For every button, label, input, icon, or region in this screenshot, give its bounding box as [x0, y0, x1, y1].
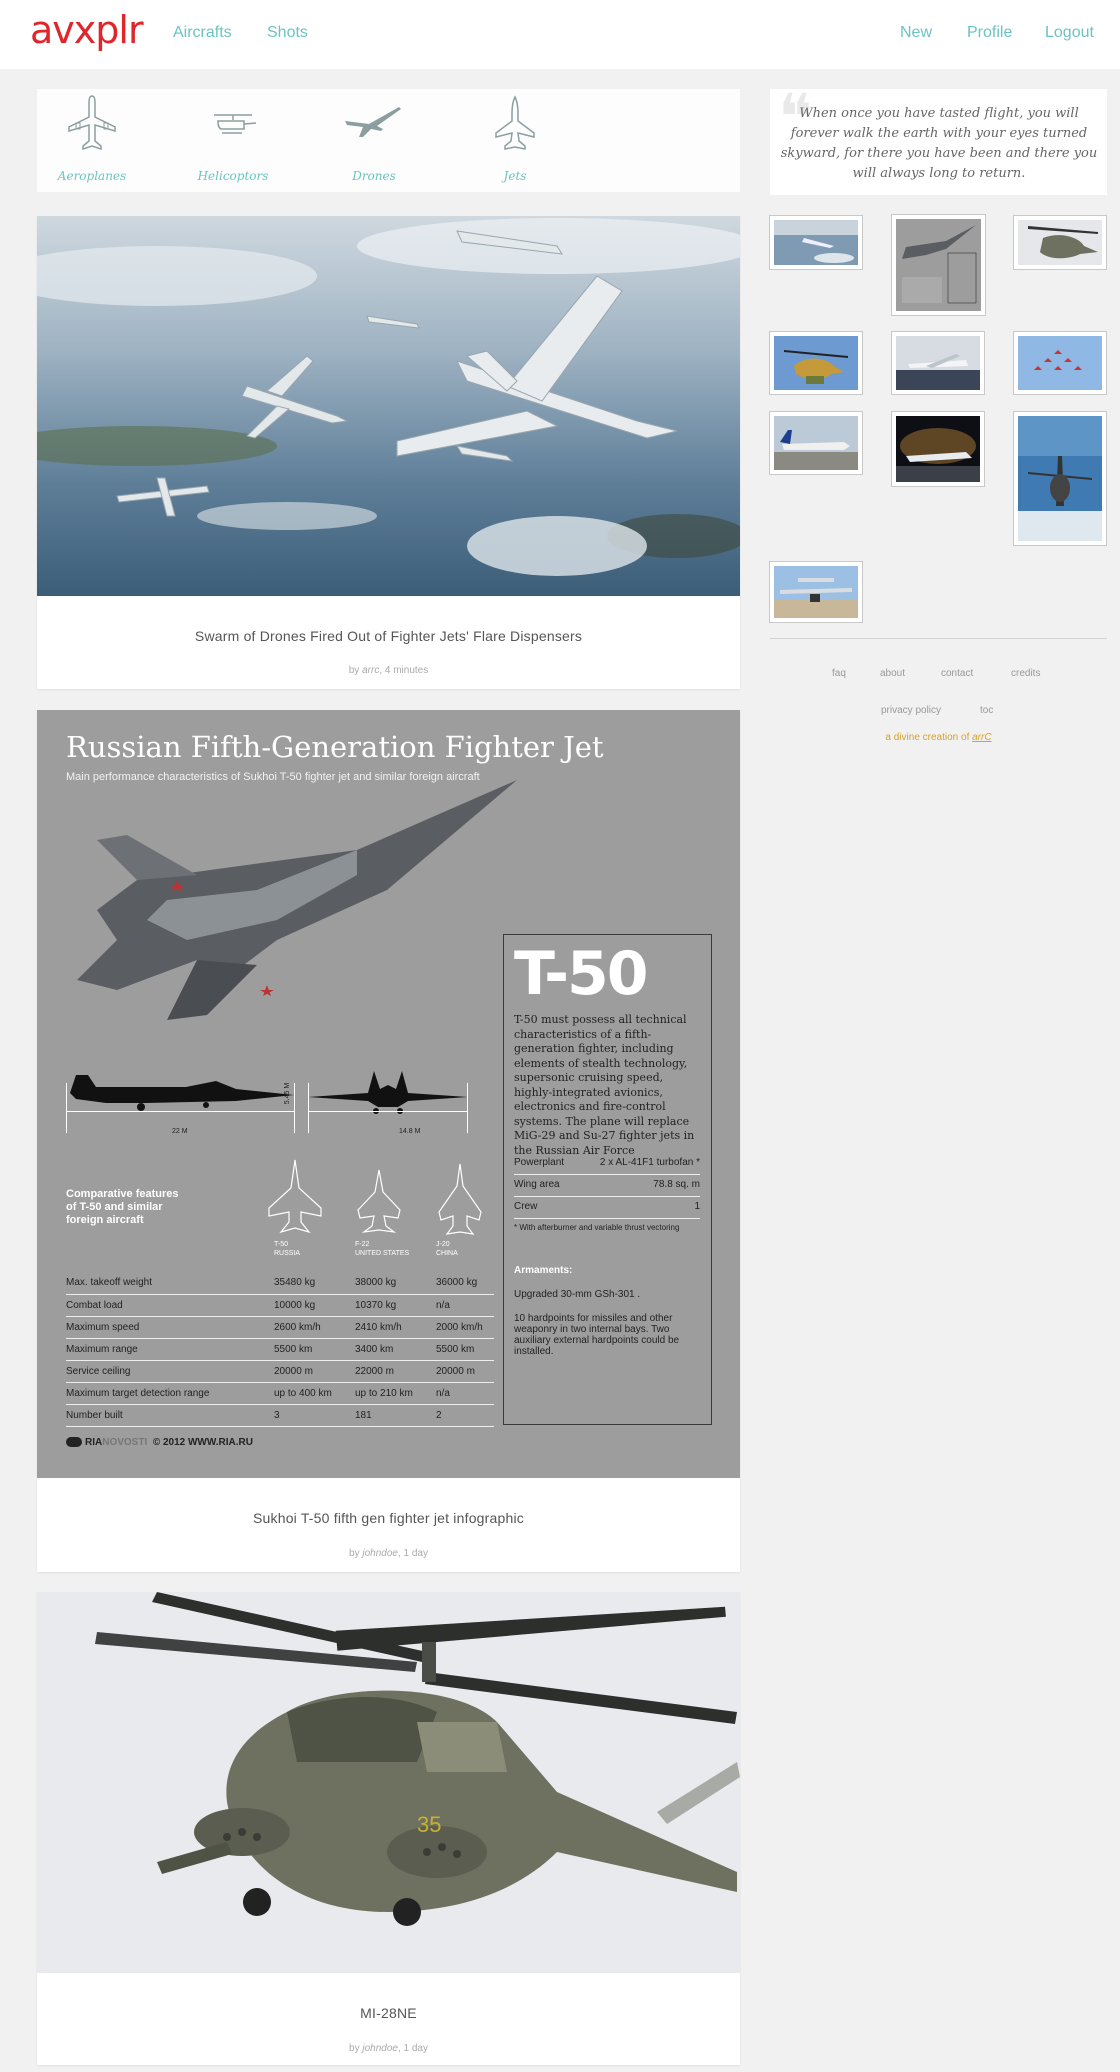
- post-image[interactable]: [37, 216, 740, 596]
- side-silhouette: [66, 1075, 295, 1133]
- category-label: Aeroplanes: [57, 169, 127, 183]
- nav-logout[interactable]: Logout: [1045, 24, 1094, 42]
- top-navbar: avxplr Aircrafts Shots New Profile Logou…: [0, 0, 1120, 69]
- aircraft-head: F-22 UNITED STATES: [355, 1241, 410, 1257]
- post-meta: by arrc, 4 minutes: [348, 665, 429, 676]
- footer-link-faq[interactable]: faq: [832, 668, 846, 679]
- post-author[interactable]: arrc: [362, 665, 379, 676]
- helicopter-icon: [214, 114, 257, 134]
- armament-line: 10 hardpoints for missiles and other wea…: [514, 1313, 680, 1357]
- airplane-icon: [68, 95, 116, 151]
- f22-outline: [357, 1169, 401, 1233]
- thumbnail[interactable]: [891, 214, 986, 316]
- ria-brand: RIANOVOSTI © 2012 WWW.RIA.RU: [66, 1437, 253, 1448]
- post-card[interactable]: 35 MI-28NE by johndoe, 1 day: [37, 1592, 740, 2065]
- credit-author-link[interactable]: arrC: [972, 732, 991, 743]
- nav-aircrafts[interactable]: Aircrafts: [173, 24, 232, 42]
- thumbnail[interactable]: [769, 215, 863, 270]
- infographic-title: Russian Fifth-Generation Fighter Jet: [66, 730, 604, 764]
- thumbnail[interactable]: [891, 331, 985, 395]
- thumbnail[interactable]: [1013, 215, 1107, 270]
- category-label: Helicoptors: [197, 169, 269, 183]
- armament-line: Upgraded 30-mm GSh-301 .: [514, 1289, 641, 1300]
- table-row: Combat load 10000 kg 10370 kg n/a: [66, 1294, 494, 1317]
- post-card[interactable]: Swarm of Drones Fired Out of Fighter Jet…: [37, 216, 740, 689]
- post-caption[interactable]: MI-28NE: [37, 2005, 740, 2021]
- footer-link-privacy[interactable]: privacy policy: [881, 705, 941, 716]
- footer-link-about[interactable]: about: [880, 668, 905, 679]
- category-drones[interactable]: Drones: [319, 89, 429, 192]
- post-author[interactable]: johndoe: [362, 2043, 398, 2054]
- sidebar-divider: [770, 638, 1107, 639]
- spec-row: Wing area 78.8 sq. m: [514, 1179, 700, 1197]
- thumbnail[interactable]: [891, 411, 985, 487]
- post-meta: by johndoe, 1 day: [349, 1548, 428, 1559]
- thumbnail[interactable]: [769, 331, 863, 395]
- category-label: Drones: [352, 169, 396, 183]
- j20-outline: [438, 1163, 482, 1235]
- table-row: Number built 3 181 2: [66, 1404, 494, 1427]
- dim-span: 14.8 M: [399, 1128, 421, 1135]
- comparison-table: Max. takeoff weight 35480 kg 38000 kg 36000…: [66, 1272, 494, 1427]
- nav-profile[interactable]: Profile: [967, 24, 1012, 42]
- t50-outline: [268, 1159, 322, 1234]
- table-row: Maximum range 5500 km 3400 km 5500 km: [66, 1338, 494, 1361]
- spec-note: * With afterburner and variable thrust v…: [514, 1223, 680, 1232]
- category-helicoptors[interactable]: Helicoptors: [178, 89, 288, 192]
- aircraft-head: T-50 RUSSIA: [274, 1241, 301, 1257]
- post-caption[interactable]: Swarm of Drones Fired Out of Fighter Jet…: [37, 628, 740, 644]
- spec-row: Powerplant 2 x AL-41F1 turbofan *: [514, 1157, 700, 1175]
- site-logo[interactable]: avxplr: [30, 8, 144, 52]
- comparative-heading: Comparative features of T-50 and similar…: [66, 1188, 179, 1226]
- nav-shots[interactable]: Shots: [267, 24, 308, 42]
- spec-row: Crew 1: [514, 1201, 700, 1219]
- category-aeroplanes[interactable]: Aeroplanes: [37, 89, 147, 192]
- thumbnail[interactable]: [1013, 411, 1107, 546]
- jet-illustration: [77, 780, 517, 1020]
- dim-height: 5.45 M: [284, 1082, 292, 1105]
- quote-box: ❝ When once you have tasted flight, you …: [770, 81, 1107, 195]
- table-row: Maximum target detection range up to 400 …: [66, 1382, 494, 1405]
- jet-icon: [495, 95, 535, 150]
- model-title: T-50: [514, 939, 649, 1009]
- aircraft-head: J-20 CHINA: [436, 1241, 458, 1257]
- thumbnail[interactable]: [769, 561, 863, 623]
- svg-text:35: 35: [417, 1812, 441, 1837]
- table-row: Service ceiling 20000 m 22000 m 20000 m: [66, 1360, 494, 1383]
- post-image[interactable]: 35: [37, 1592, 740, 1973]
- category-jets[interactable]: Jets: [460, 89, 570, 192]
- model-description: T-50 must possess all technical characte…: [514, 1013, 695, 1157]
- category-bar: Aeroplanes Helicoptors Drones Jets: [37, 89, 740, 192]
- footer-link-toc[interactable]: toc: [980, 705, 993, 716]
- site-credit: a divine creation of arrC: [885, 732, 992, 743]
- armaments-heading: Armaments:: [514, 1265, 573, 1276]
- quote-text: When once you have tasted flight, you wi…: [780, 106, 1098, 181]
- front-silhouette: [308, 1071, 468, 1133]
- footer-link-contact[interactable]: contact: [941, 668, 973, 679]
- post-meta: by johndoe, 1 day: [349, 2043, 428, 2054]
- table-row: Max. takeoff weight 35480 kg 38000 kg 36000…: [66, 1272, 494, 1295]
- category-label: Jets: [503, 169, 527, 183]
- post-image[interactable]: Russian Fifth-Generation Fighter Jet Mai…: [37, 710, 740, 1478]
- post-caption[interactable]: Sukhoi T-50 fifth gen fighter jet infogr…: [37, 1510, 740, 1526]
- drone-icon: [345, 107, 401, 137]
- thumbnail[interactable]: [769, 411, 863, 475]
- table-row: Maximum speed 2600 km/h 2410 km/h 2000 km/h: [66, 1316, 494, 1339]
- post-card[interactable]: Russian Fifth-Generation Fighter Jet Mai…: [37, 710, 740, 1572]
- t50-spec-box: T-50 T-50 must possess all technical cha…: [503, 934, 712, 1425]
- nav-new[interactable]: New: [900, 24, 932, 42]
- dim-length: 22 M: [172, 1128, 188, 1135]
- post-author[interactable]: johndoe: [362, 1548, 398, 1559]
- thumbnail[interactable]: [1013, 331, 1107, 395]
- footer-link-credits[interactable]: credits: [1011, 668, 1040, 679]
